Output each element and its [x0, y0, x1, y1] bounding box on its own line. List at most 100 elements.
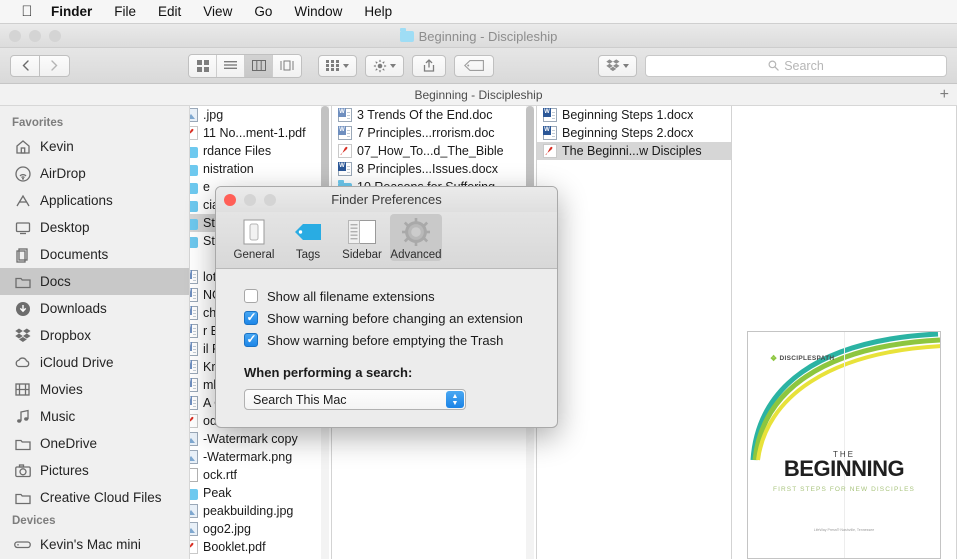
new-tab-button[interactable]: +: [940, 86, 949, 103]
window-traffic-lights: [0, 29, 61, 42]
file-row[interactable]: W Beginning Steps 2.docx: [537, 124, 731, 142]
word-document-icon: W: [543, 108, 557, 122]
file-row[interactable]: -Watermark.png: [190, 448, 331, 466]
checkbox-checked-icon[interactable]: [244, 310, 258, 325]
list-view-button[interactable]: [217, 54, 245, 77]
dialog-content: Show all filename extensions Show warning…: [216, 269, 557, 410]
menu-edit[interactable]: Edit: [147, 0, 192, 24]
file-row[interactable]: rdance Files: [190, 142, 331, 160]
sidebar-item-onedrive[interactable]: OneDrive: [0, 430, 189, 457]
file-row[interactable]: ock.rtf: [190, 466, 331, 484]
file-name: 8 Principles...Issues.docx: [357, 162, 499, 176]
file-name: 07_How_To...d_The_Bible: [357, 144, 504, 158]
file-row[interactable]: The Beginni...w Disciples: [537, 142, 731, 160]
file-row[interactable]: 11 No...ment-1.pdf: [190, 124, 331, 142]
menu-help[interactable]: Help: [353, 0, 403, 24]
file-row[interactable]: W 7 Principles...rrorism.doc: [332, 124, 536, 142]
file-name: The Beginni...w Disciples: [562, 144, 702, 158]
tab-sidebar[interactable]: Sidebar: [336, 214, 388, 261]
dropbox-icon: [14, 327, 31, 344]
menu-window[interactable]: Window: [283, 0, 353, 24]
sidebar-item-kevin[interactable]: Kevin: [0, 133, 189, 160]
file-row[interactable]: Peak: [190, 484, 331, 502]
sidebar-item-dropbox[interactable]: Dropbox: [0, 322, 189, 349]
checkbox-row[interactable]: Show warning before emptying the Trash: [244, 329, 557, 351]
forward-button[interactable]: [40, 54, 70, 77]
sidebar-item-pictures[interactable]: Pictures: [0, 457, 189, 484]
minimize-button[interactable]: [29, 29, 41, 42]
sidebar-item-creative-cloud-files[interactable]: Creative Cloud Files: [0, 484, 189, 511]
sidebar-item-documents[interactable]: Documents: [0, 241, 189, 268]
sidebar-item-kevin-s-mac-mini[interactable]: Kevin's Mac mini: [0, 531, 189, 558]
file-row[interactable]: nistration: [190, 160, 331, 178]
file-name: ock.rtf: [203, 468, 238, 482]
search-input[interactable]: Search: [645, 54, 947, 77]
sidebar-section-devices: Devices: [12, 515, 56, 527]
file-name: 7 Principles...rrorism.doc: [357, 126, 495, 140]
sidebar-item-icloud-drive[interactable]: iCloud Drive: [0, 349, 189, 376]
tab-advanced[interactable]: Advanced: [390, 214, 442, 261]
finder-preferences-dialog: Finder Preferences General Tags Sidebar: [215, 186, 558, 428]
menu-finder[interactable]: Finder: [40, 0, 103, 24]
icon-view-button[interactable]: [189, 54, 217, 77]
file-name: peakbuilding.jpg: [203, 504, 294, 518]
share-button[interactable]: [412, 54, 446, 77]
dialog-tab-bar: General Tags Sidebar Advanced: [216, 212, 557, 269]
checkbox-row[interactable]: Show all filename extensions: [244, 285, 557, 307]
menu-go[interactable]: Go: [243, 0, 283, 24]
file-row[interactable]: .jpg: [190, 106, 331, 124]
file-row[interactable]: W 3 Trends Of the End.doc: [332, 106, 536, 124]
folder-icon: [190, 182, 198, 194]
folder-icon: [190, 146, 198, 158]
checkbox-unchecked-icon[interactable]: [244, 289, 258, 303]
pdf-icon: [190, 540, 198, 554]
checkbox-row[interactable]: Show warning before changing an extensio…: [244, 307, 557, 329]
folder-icon: [190, 236, 198, 248]
tab-tags[interactable]: Tags: [282, 214, 334, 261]
file-row[interactable]: 07_How_To...d_The_Bible: [332, 142, 536, 160]
image-file-icon: [190, 504, 198, 518]
tag-button[interactable]: [454, 54, 494, 77]
zoom-button[interactable]: [49, 29, 61, 42]
checkbox-checked-icon[interactable]: [244, 332, 258, 347]
music-icon: [14, 408, 31, 425]
sidebar-item-airdrop[interactable]: AirDrop: [0, 160, 189, 187]
sidebar-item-docs[interactable]: Docs: [0, 268, 189, 295]
menu-file[interactable]: File: [103, 0, 147, 24]
sidebar-item-movies[interactable]: Movies: [0, 376, 189, 403]
sidebar-item-downloads[interactable]: Downloads: [0, 295, 189, 322]
file-row[interactable]: W Beginning Steps 1.docx: [537, 106, 731, 124]
file-row[interactable]: ogo2.jpg: [190, 520, 331, 538]
search-scope-select[interactable]: Search This Mac ▲ ▼: [244, 389, 466, 410]
dropbox-button[interactable]: [598, 54, 637, 77]
folder-icon: [399, 27, 414, 42]
back-button[interactable]: [10, 54, 40, 77]
sidebar-item-label: Pictures: [40, 463, 89, 478]
gallery-view-button[interactable]: [273, 54, 301, 77]
tab-general-label: General: [233, 249, 275, 261]
file-row[interactable]: Booklet.pdf: [190, 538, 331, 556]
menu-view[interactable]: View: [192, 0, 243, 24]
stepper-icon[interactable]: ▲ ▼: [446, 391, 464, 408]
tab-general[interactable]: General: [228, 214, 280, 261]
word-document-icon: W: [338, 126, 352, 140]
file-row[interactable]: -Watermark copy: [190, 430, 331, 448]
window-title-text: Beginning - Discipleship: [418, 28, 558, 44]
sidebar-item-desktop[interactable]: Desktop: [0, 214, 189, 241]
close-button[interactable]: [9, 29, 21, 42]
pdf-icon: [543, 144, 557, 158]
column-view-button[interactable]: [245, 54, 273, 77]
file-name: Peak: [203, 486, 232, 500]
current-folder-tab[interactable]: Beginning - Discipleship: [414, 88, 542, 102]
file-row[interactable]: W 8 Principles...Issues.docx: [332, 160, 536, 178]
file-name: -Watermark.png: [203, 450, 293, 464]
sidebar-item-music[interactable]: Music: [0, 403, 189, 430]
file-row[interactable]: peakbuilding.jpg: [190, 502, 331, 520]
arrange-button[interactable]: [318, 54, 357, 77]
apple-logo-icon[interactable]: : [14, 4, 40, 19]
camera-icon: [14, 462, 31, 479]
sidebar-item-label: Kevin: [40, 139, 74, 154]
dialog-title: Finder Preferences: [331, 192, 442, 207]
sidebar-item-applications[interactable]: Applications: [0, 187, 189, 214]
action-button[interactable]: [365, 54, 404, 77]
